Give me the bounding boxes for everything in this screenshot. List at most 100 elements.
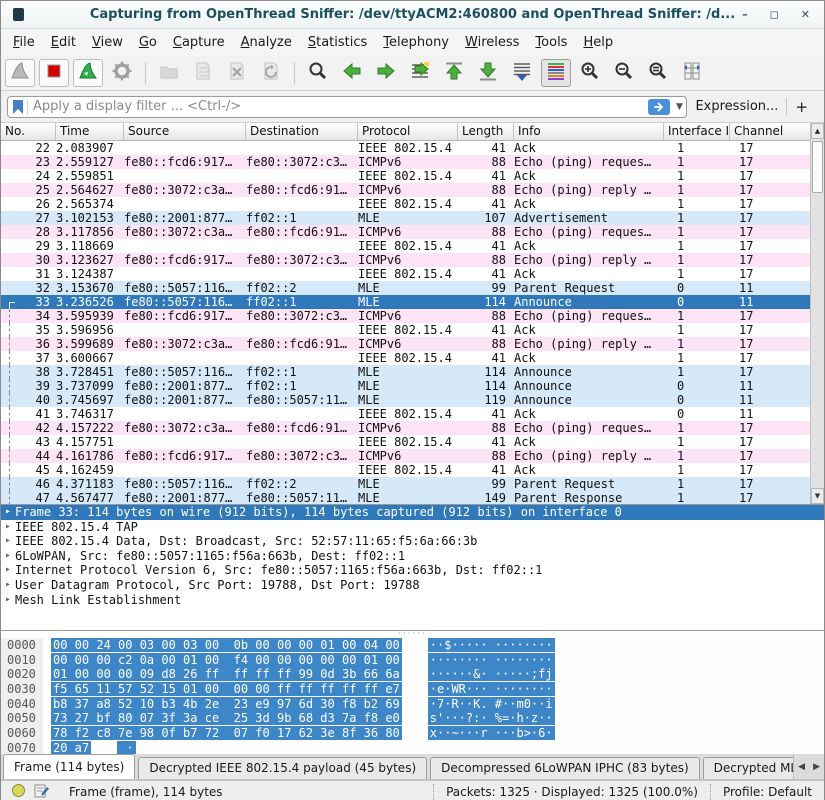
detail-line[interactable]: ▸IEEE 802.15.4 Data, Dst: Broadcast, Src… (1, 534, 824, 549)
zoom-in-button[interactable] (575, 59, 605, 87)
capture-comment-icon[interactable] (34, 783, 49, 800)
expand-arrow-icon[interactable]: ▸ (1, 593, 15, 608)
column-header-interface-id[interactable]: Interface ID (664, 123, 730, 140)
detail-line[interactable]: ▸Mesh Link Establishment (1, 593, 824, 608)
detail-line[interactable]: ▸IEEE 802.15.4 TAP (1, 520, 824, 535)
first-packet-button[interactable] (439, 59, 469, 87)
restart-capture-button[interactable] (73, 59, 103, 87)
capture-options-button[interactable] (107, 59, 137, 87)
display-filter-input[interactable] (28, 97, 648, 117)
table-row[interactable]: 303.123627fe80::fcd6:917…fe80::3072:c3…I… (1, 253, 810, 267)
maximize-button[interactable]: ◻ (770, 8, 779, 22)
open-file-button[interactable] (154, 59, 184, 87)
menu-analyze[interactable]: Analyze (233, 32, 300, 53)
close-file-button[interactable] (222, 59, 252, 87)
expression-button[interactable]: Expression... (687, 99, 786, 114)
table-row[interactable]: 283.117856fe80::3072:c3a…fe80::fcd6:91…I… (1, 225, 810, 239)
hex-ascii[interactable]: ·7·R··K. #··m0··i (428, 697, 555, 711)
hex-ascii[interactable]: ········ ········ (428, 653, 555, 667)
zoom-out-button[interactable] (609, 59, 639, 87)
hex-ascii[interactable]: ······&· ·····;fj (428, 667, 555, 681)
table-row[interactable]: 413.746317IEEE 802.15.441Ack011 (1, 407, 810, 421)
hex-row[interactable]: 005073 27 bf 80 07 3f 3a ce 25 3d 9b 68 … (1, 711, 824, 726)
tab-decrypted-ieee-802-15-4-payload-45-bytes[interactable]: Decrypted IEEE 802.15.4 payload (45 byte… (138, 757, 427, 779)
menu-wireless[interactable]: Wireless (457, 32, 527, 53)
table-row[interactable]: 333.236526fe80::5057:116…ff02::1MLE114An… (1, 295, 810, 309)
hex-bytes[interactable]: 01 00 00 00 09 d8 26 ff ff ff ff 99 0d 3… (51, 667, 402, 681)
menu-file[interactable]: File (5, 32, 43, 53)
hex-ascii[interactable]: s'···?:· %=·h·z·· (428, 711, 555, 725)
hex-ascii[interactable]: x··~···r ···b>·6· (428, 726, 555, 740)
scroll-down-icon[interactable]: ▼ (811, 488, 824, 504)
table-row[interactable]: 454.162459IEEE 802.15.441Ack117 (1, 463, 810, 477)
resize-columns-button[interactable] (677, 59, 707, 87)
table-row[interactable]: 252.564627fe80::3072:c3a…fe80::fcd6:91…I… (1, 183, 810, 197)
hex-ascii[interactable]: ·e·WR··· ········ (428, 682, 555, 696)
detail-line[interactable]: ▸Internet Protocol Version 6, Src: fe80:… (1, 563, 824, 578)
table-row[interactable]: 474.567477fe80::2001:877…fe80::5057:11…M… (1, 491, 810, 504)
menu-statistics[interactable]: Statistics (300, 32, 375, 53)
column-header-info[interactable]: Info (514, 123, 664, 140)
table-row[interactable]: 262.565374IEEE 802.15.441Ack117 (1, 197, 810, 211)
hex-ascii[interactable]: ··$····· ········ (428, 638, 555, 652)
expand-arrow-icon[interactable]: ▸ (1, 549, 15, 564)
tab-frame-114-bytes[interactable]: Frame (114 bytes) (3, 754, 135, 779)
status-profile[interactable]: Profile: Default (710, 784, 824, 800)
detail-line[interactable]: ▸Frame 33: 114 bytes on wire (912 bits),… (1, 505, 824, 520)
column-header-length[interactable]: Length (458, 123, 514, 140)
save-file-button[interactable]: 010101101011 (188, 59, 218, 87)
next-packet-button[interactable] (371, 59, 401, 87)
table-row[interactable]: 434.157751IEEE 802.15.441Ack117 (1, 435, 810, 449)
hex-row[interactable]: 002001 00 00 00 09 d8 26 ff ff ff ff 99 … (1, 667, 824, 682)
hex-row[interactable]: 000000 00 24 00 03 00 03 00 0b 00 00 00 … (1, 638, 824, 653)
table-row[interactable]: 464.371183fe80::5057:116…ff02::2MLE99Par… (1, 477, 810, 491)
hex-bytes[interactable]: 20 a7 (51, 741, 91, 754)
expand-arrow-icon[interactable]: ▸ (1, 505, 15, 520)
table-row[interactable]: 222.083907IEEE 802.15.441Ack117 (1, 141, 810, 155)
add-filter-button[interactable]: + (787, 98, 818, 116)
expert-info-icon[interactable] (11, 783, 26, 800)
reload-file-button[interactable] (256, 59, 286, 87)
detail-line[interactable]: ▸6LoWPAN, Src: fe80::5057:1165:f56a:663b… (1, 549, 824, 564)
zoom-reset-button[interactable] (643, 59, 673, 87)
previous-packet-button[interactable] (337, 59, 367, 87)
hex-row[interactable]: 0040b8 37 a8 52 10 b3 4b 2e 23 e9 97 6d … (1, 697, 824, 712)
hex-bytes[interactable]: 73 27 bf 80 07 3f 3a ce 25 3d 9b 68 d3 7… (51, 711, 402, 725)
colorize-button[interactable] (541, 59, 571, 87)
scroll-up-icon[interactable]: ▲ (811, 123, 824, 139)
find-packet-button[interactable] (303, 59, 333, 87)
table-row[interactable]: 424.157222fe80::3072:c3a…fe80::fcd6:91…I… (1, 421, 810, 435)
table-row[interactable]: 393.737099fe80::2001:877…ff02::1MLE114An… (1, 379, 810, 393)
detail-line[interactable]: ▸User Datagram Protocol, Src Port: 19788… (1, 578, 824, 593)
menu-view[interactable]: View (84, 32, 131, 53)
table-row[interactable]: 373.600667IEEE 802.15.441Ack117 (1, 351, 810, 365)
auto-scroll-button[interactable] (507, 59, 537, 87)
start-capture-button[interactable] (5, 59, 35, 87)
bookmark-icon[interactable] (8, 99, 28, 115)
last-packet-button[interactable] (473, 59, 503, 87)
table-row[interactable]: 383.728451fe80::5057:116…ff02::1MLE114An… (1, 365, 810, 379)
table-row[interactable]: 323.153670fe80::5057:116…ff02::2MLE99Par… (1, 281, 810, 295)
hex-row[interactable]: 001000 00 00 c2 0a 00 01 00 f4 00 00 00 … (1, 653, 824, 668)
table-row[interactable]: 273.102153fe80::2001:877…ff02::1MLE107Ad… (1, 211, 810, 225)
tab-scroll-left-icon[interactable]: ◀ (798, 762, 805, 772)
hex-bytes[interactable]: 00 00 24 00 03 00 03 00 0b 00 00 00 01 0… (51, 638, 402, 652)
stop-capture-button[interactable] (39, 59, 69, 87)
packet-list-scrollbar[interactable]: ▲ ▼ (810, 123, 824, 504)
table-row[interactable]: 232.559127fe80::fcd6:917…fe80::3072:c3…I… (1, 155, 810, 169)
hex-row[interactable]: 006078 f2 c8 7e 98 0f b7 72 07 f0 17 62 … (1, 726, 824, 741)
table-row[interactable]: 363.599689fe80::3072:c3a…fe80::fcd6:91…I… (1, 337, 810, 351)
menu-edit[interactable]: Edit (43, 32, 84, 53)
tab-decompressed-6lowpan-iphc-83-bytes[interactable]: Decompressed 6LoWPAN IPHC (83 bytes) (430, 757, 700, 779)
menu-tools[interactable]: Tools (527, 32, 575, 53)
menu-capture[interactable]: Capture (165, 32, 233, 53)
minimize-button[interactable]: – (742, 8, 748, 22)
table-row[interactable]: 313.124387IEEE 802.15.441Ack117 (1, 267, 810, 281)
hex-ascii[interactable]: · (117, 741, 135, 754)
column-header-no[interactable]: No. (1, 123, 56, 140)
column-header-destination[interactable]: Destination (246, 123, 358, 140)
menu-go[interactable]: Go (131, 32, 165, 53)
tab-scroll-right-icon[interactable]: ▶ (813, 762, 820, 772)
go-to-packet-button[interactable] (405, 59, 435, 87)
table-row[interactable]: 293.118669IEEE 802.15.441Ack117 (1, 239, 810, 253)
